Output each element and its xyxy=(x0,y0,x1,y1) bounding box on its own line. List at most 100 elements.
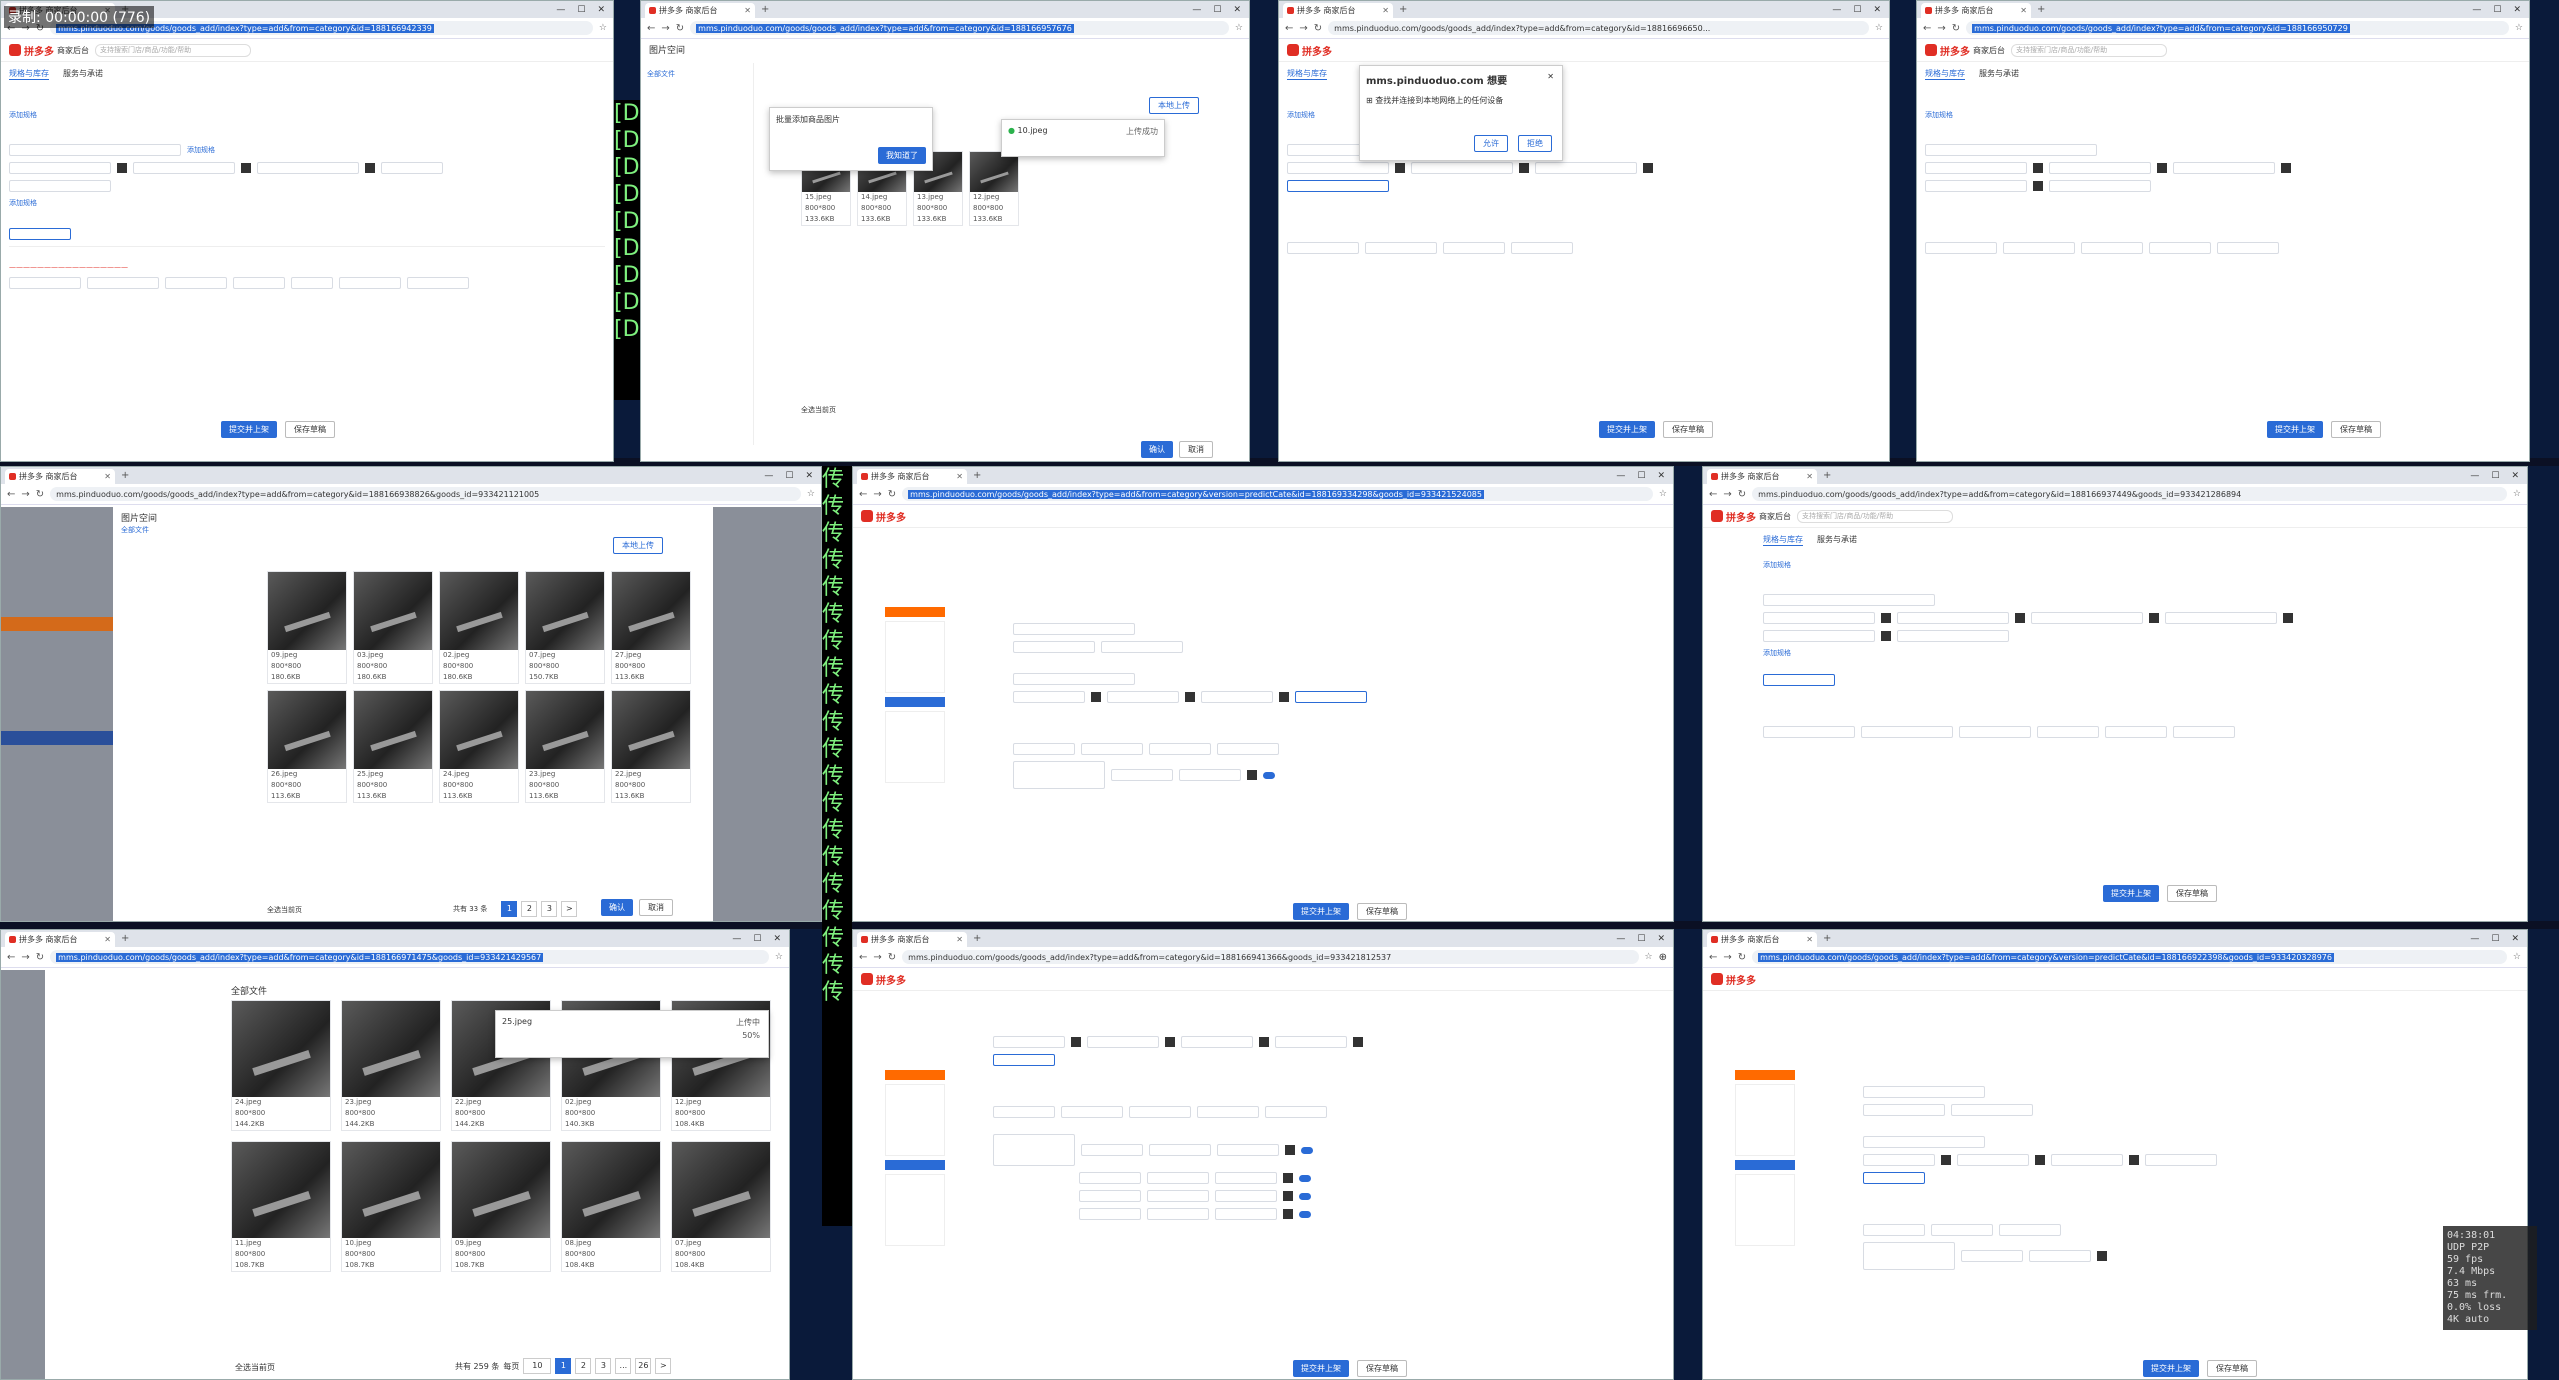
sku-input[interactable] xyxy=(339,277,401,289)
close-window-icon[interactable]: ✕ xyxy=(805,471,813,481)
image-card[interactable]: 27.jpeg 800*800 113.6KB xyxy=(611,571,691,684)
sku-input[interactable] xyxy=(1197,1106,1259,1118)
save-draft-button[interactable]: 保存草稿 xyxy=(285,421,335,438)
spec-thumb[interactable] xyxy=(2157,163,2167,173)
back-icon[interactable]: ← xyxy=(647,23,655,34)
sku-input[interactable] xyxy=(1931,1224,1993,1236)
spec-thumb[interactable] xyxy=(1185,692,1195,702)
new-tab-icon[interactable]: + xyxy=(973,470,981,481)
browser-tab[interactable]: 拼多多 商家后台✕ xyxy=(645,3,755,18)
toggle-switch[interactable] xyxy=(1299,1174,1311,1182)
search-input[interactable]: 支持搜索门店/商品/功能/帮助 xyxy=(2011,43,2167,57)
close-tab-icon[interactable]: ✕ xyxy=(744,6,751,15)
forward-icon[interactable]: → xyxy=(661,23,669,34)
sku-input[interactable] xyxy=(291,277,333,289)
url-input[interactable]: mms.pinduoduo.com/goods/goods_add/index?… xyxy=(1752,487,2507,501)
sku-input[interactable] xyxy=(1925,242,1997,254)
spec-value-input[interactable] xyxy=(1411,162,1513,174)
spec-value-input[interactable] xyxy=(2049,180,2151,192)
sku-input[interactable] xyxy=(1215,1190,1277,1202)
reload-icon[interactable]: ↻ xyxy=(1738,489,1746,500)
spec-value-input[interactable] xyxy=(1275,1036,1347,1048)
close-window-icon[interactable]: ✕ xyxy=(773,934,781,944)
spec-thumb[interactable] xyxy=(1881,631,1891,641)
image-card[interactable]: 22.jpeg 800*800 113.6KB xyxy=(611,690,691,803)
sku-input[interactable] xyxy=(1079,1208,1141,1220)
close-tab-icon[interactable]: ✕ xyxy=(2020,6,2027,15)
bookmark-star-icon[interactable]: ☆ xyxy=(599,23,607,33)
local-upload-button[interactable]: 本地上传 xyxy=(613,537,663,554)
close-window-icon[interactable]: ✕ xyxy=(597,5,605,15)
sku-input[interactable] xyxy=(993,1106,1055,1118)
close-window-icon[interactable]: ✕ xyxy=(1233,5,1241,15)
sku-input[interactable] xyxy=(1511,242,1573,254)
close-window-icon[interactable]: ✕ xyxy=(1873,5,1881,15)
spec-thumb[interactable] xyxy=(2283,613,2293,623)
browser-tab[interactable]: 拼多多 商家后台✕ xyxy=(1707,932,1817,947)
close-tab-icon[interactable]: ✕ xyxy=(956,935,963,944)
spec-value-input[interactable] xyxy=(1957,1154,2029,1166)
image-card[interactable]: 02.jpeg 800*800 180.6KB xyxy=(439,571,519,684)
spec-thumb[interactable] xyxy=(2149,613,2159,623)
confirm-button[interactable]: 确认 xyxy=(1141,441,1173,458)
new-tab-icon[interactable]: + xyxy=(1399,4,1407,15)
sku-input[interactable] xyxy=(1861,726,1953,738)
got-it-button[interactable]: 我知道了 xyxy=(878,147,926,164)
spec-thumb[interactable] xyxy=(2033,181,2043,191)
maximize-icon[interactable]: ☐ xyxy=(1853,5,1861,15)
spec-thumb[interactable] xyxy=(241,163,251,173)
image-card[interactable]: 23.jpeg 800*800 113.6KB xyxy=(525,690,605,803)
image-card[interactable]: 09.jpeg 800*800 180.6KB xyxy=(267,571,347,684)
maximize-icon[interactable]: ☐ xyxy=(577,5,585,15)
back-icon[interactable]: ← xyxy=(7,952,15,963)
submit-button[interactable]: 提交并上架 xyxy=(2143,1360,2199,1377)
back-icon[interactable]: ← xyxy=(7,489,15,500)
page-button[interactable]: 1 xyxy=(501,901,518,917)
sku-input[interactable] xyxy=(1215,1208,1277,1220)
image-card[interactable]: 26.jpeg 800*800 113.6KB xyxy=(267,690,347,803)
spec-value-input[interactable] xyxy=(2031,612,2143,624)
spec-value-input[interactable] xyxy=(1925,180,2027,192)
cancel-button[interactable]: 取消 xyxy=(1179,441,1213,458)
sku-input[interactable] xyxy=(2217,242,2279,254)
minimize-icon[interactable]: — xyxy=(556,5,565,15)
spec-value-input[interactable] xyxy=(2051,1154,2123,1166)
spec-select[interactable] xyxy=(1925,144,2097,156)
image-card[interactable]: 24.jpeg 800*800 144.2KB xyxy=(231,1000,331,1131)
sku-input[interactable] xyxy=(1215,1172,1277,1184)
page-button[interactable]: 3 xyxy=(595,1358,612,1374)
spec-thumb[interactable] xyxy=(1283,1209,1293,1219)
spec-value-input[interactable] xyxy=(1295,691,1367,703)
spec-value-input[interactable] xyxy=(1013,691,1085,703)
back-icon[interactable]: ← xyxy=(859,952,867,963)
image-card[interactable]: 12.jpeg 800*800 133.6KB xyxy=(969,151,1019,226)
forward-icon[interactable]: → xyxy=(1723,952,1731,963)
minimize-icon[interactable]: — xyxy=(732,934,741,944)
close-window-icon[interactable]: ✕ xyxy=(2511,934,2519,944)
submit-button[interactable]: 提交并上架 xyxy=(2103,885,2159,902)
sku-input[interactable] xyxy=(2105,726,2167,738)
forward-icon[interactable]: → xyxy=(873,489,881,500)
forward-icon[interactable]: → xyxy=(21,489,29,500)
new-tab-icon[interactable]: + xyxy=(2037,4,2045,15)
new-tab-icon[interactable]: + xyxy=(121,933,129,944)
sku-input[interactable] xyxy=(1217,1144,1279,1156)
sku-input[interactable] xyxy=(1147,1208,1209,1220)
sku-input[interactable] xyxy=(2149,242,2211,254)
sku-input[interactable] xyxy=(1081,1144,1143,1156)
reload-icon[interactable]: ↻ xyxy=(676,23,684,34)
select-all-checkbox[interactable]: 全选当前页 xyxy=(267,905,302,915)
spec-value-input[interactable] xyxy=(1535,162,1637,174)
image-card[interactable]: 10.jpeg 800*800 108.7KB xyxy=(341,1141,441,1272)
spec-value-input[interactable] xyxy=(1107,691,1179,703)
save-draft-button[interactable]: 保存草稿 xyxy=(1357,903,1407,920)
image-card[interactable]: 24.jpeg 800*800 113.6KB xyxy=(439,690,519,803)
spec-select[interactable] xyxy=(1013,673,1135,685)
close-tab-icon[interactable]: ✕ xyxy=(104,472,111,481)
spec-thumb[interactable] xyxy=(1519,163,1529,173)
maximize-icon[interactable]: ☐ xyxy=(1213,5,1221,15)
sku-input[interactable] xyxy=(1217,743,1279,755)
sku-row[interactable] xyxy=(1863,1242,1955,1270)
tab-specs[interactable]: 规格与库存 xyxy=(1287,68,1327,80)
new-tab-icon[interactable]: + xyxy=(761,4,769,15)
